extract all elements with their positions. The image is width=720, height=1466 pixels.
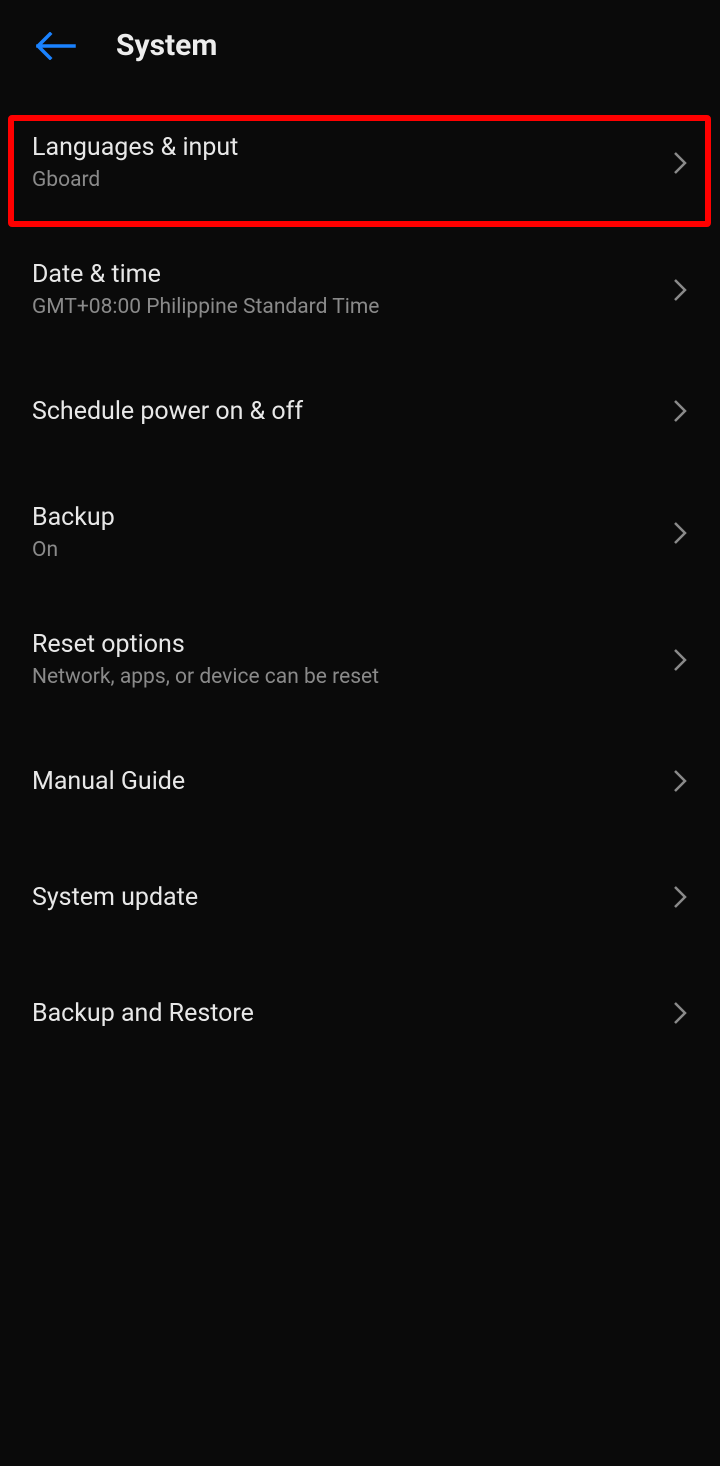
item-text: Manual Guide: [32, 767, 185, 796]
item-reset-options[interactable]: Reset options Network, apps, or device c…: [0, 596, 720, 723]
chevron-right-icon: [670, 881, 690, 913]
item-title: Backup: [32, 503, 115, 532]
chevron-right-icon: [670, 517, 690, 549]
item-schedule-power[interactable]: Schedule power on & off: [0, 353, 720, 469]
item-languages-input[interactable]: Languages & input Gboard: [0, 99, 720, 226]
chevron-right-icon: [670, 765, 690, 797]
item-subtitle: Gboard: [32, 168, 238, 192]
chevron-right-icon: [670, 147, 690, 179]
settings-list: Languages & input Gboard Date & time GMT…: [0, 91, 720, 1079]
item-title: Backup and Restore: [32, 999, 254, 1028]
chevron-right-icon: [670, 395, 690, 427]
back-arrow-icon[interactable]: [36, 30, 76, 62]
chevron-right-icon: [670, 997, 690, 1029]
item-text: Languages & input Gboard: [32, 133, 238, 192]
item-subtitle: GMT+08:00 Philippine Standard Time: [32, 295, 379, 319]
item-text: System update: [32, 883, 198, 912]
item-title: Reset options: [32, 630, 379, 659]
item-text: Date & time GMT+08:00 Philippine Standar…: [32, 260, 379, 319]
item-text: Backup and Restore: [32, 999, 254, 1028]
item-subtitle: On: [32, 538, 115, 562]
item-system-update[interactable]: System update: [0, 839, 720, 955]
header: System: [0, 0, 720, 91]
item-subtitle: Network, apps, or device can be reset: [32, 665, 379, 689]
page-title: System: [116, 28, 217, 63]
chevron-right-icon: [670, 274, 690, 306]
item-title: Languages & input: [32, 133, 238, 162]
item-text: Backup On: [32, 503, 115, 562]
item-title: Schedule power on & off: [32, 397, 303, 426]
item-text: Schedule power on & off: [32, 397, 303, 426]
item-text: Reset options Network, apps, or device c…: [32, 630, 379, 689]
item-backup-restore[interactable]: Backup and Restore: [0, 955, 720, 1071]
item-title: Manual Guide: [32, 767, 185, 796]
item-backup[interactable]: Backup On: [0, 469, 720, 596]
item-date-time[interactable]: Date & time GMT+08:00 Philippine Standar…: [0, 226, 720, 353]
item-manual-guide[interactable]: Manual Guide: [0, 723, 720, 839]
item-title: System update: [32, 883, 198, 912]
chevron-right-icon: [670, 644, 690, 676]
item-title: Date & time: [32, 260, 379, 289]
